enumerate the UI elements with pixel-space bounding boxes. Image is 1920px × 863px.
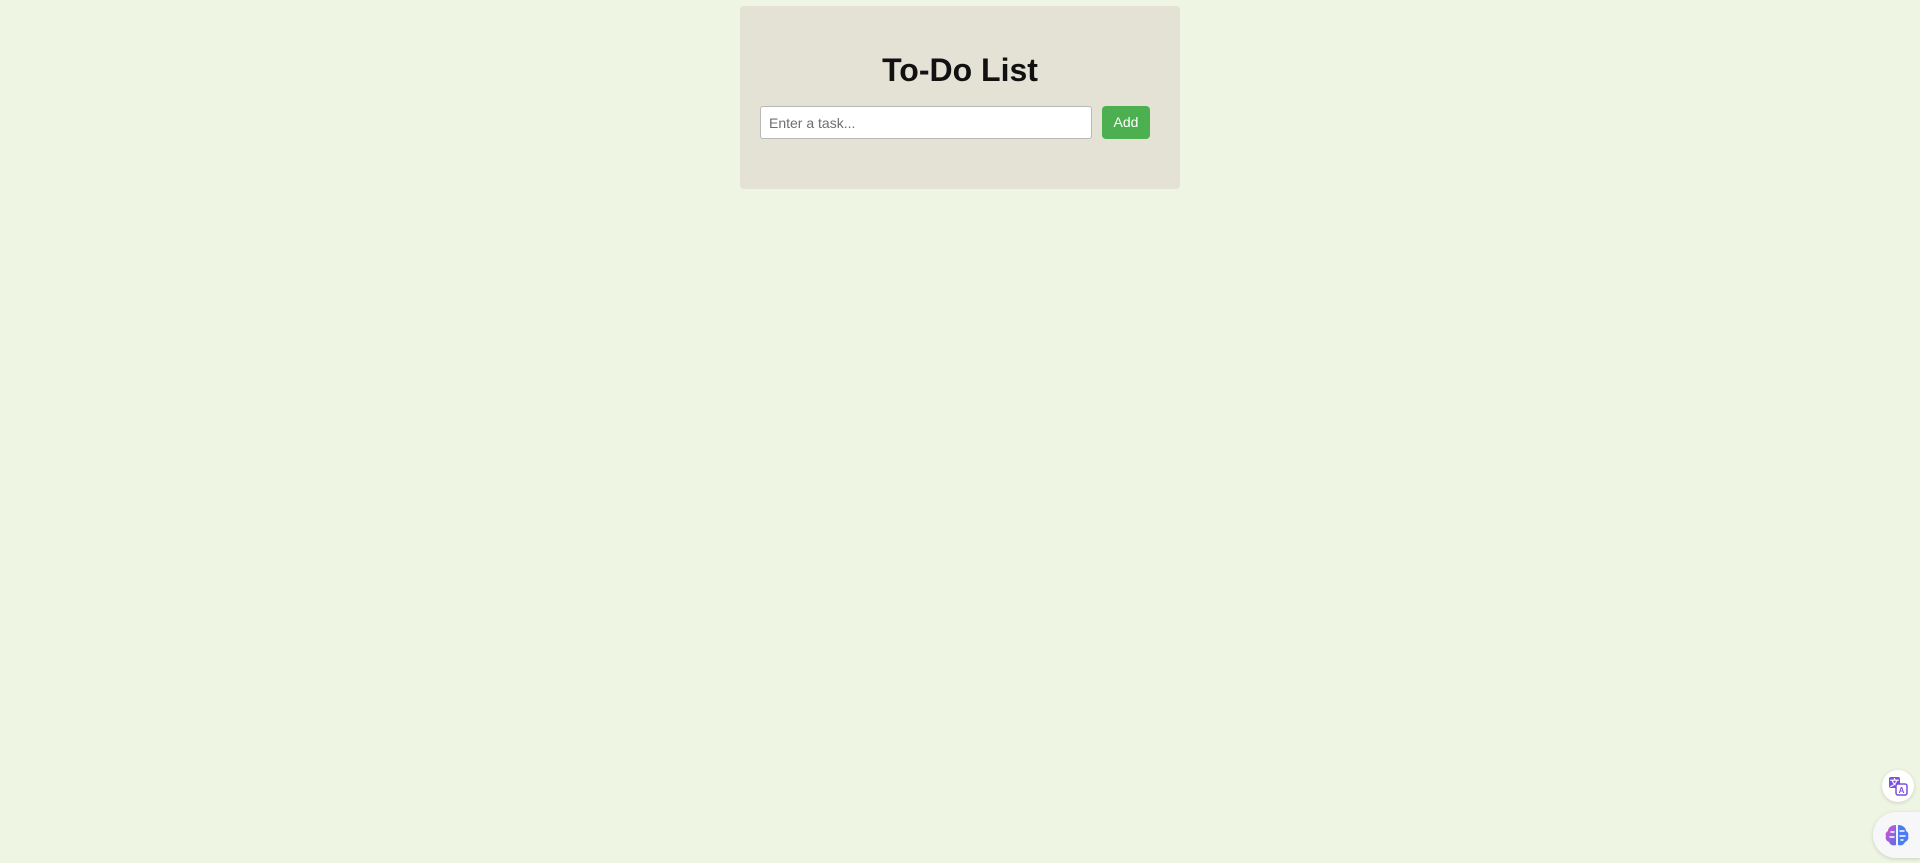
add-button[interactable]: Add: [1102, 106, 1150, 139]
todo-card: To-Do List Add: [740, 6, 1180, 189]
translate-button[interactable]: 文 A: [1882, 770, 1914, 802]
task-input[interactable]: [760, 106, 1092, 139]
translate-icon: 文 A: [1889, 777, 1908, 796]
brain-icon: [1885, 825, 1909, 846]
svg-text:A: A: [1899, 786, 1905, 795]
page-title: To-Do List: [882, 52, 1038, 88]
assistant-button[interactable]: [1873, 812, 1920, 858]
